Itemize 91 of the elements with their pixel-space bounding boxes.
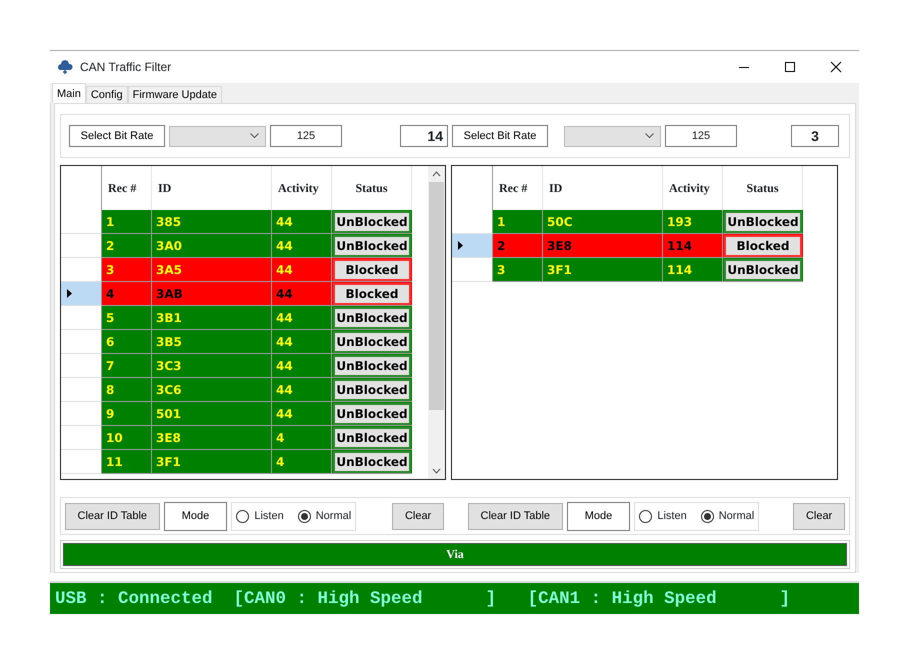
table-cell: 8 (102, 378, 152, 402)
table-cell: 44 (272, 354, 332, 378)
tab[interactable]: Config (86, 86, 128, 103)
status-button[interactable]: UnBlocked (333, 427, 411, 449)
status-button[interactable]: Blocked (333, 259, 411, 281)
status-button[interactable]: UnBlocked (333, 235, 411, 257)
cloud-icon (57, 59, 73, 75)
bit-rate-dropdown[interactable] (169, 126, 266, 146)
table-cell: 2 (102, 234, 152, 258)
radio-option[interactable]: Normal (298, 508, 352, 524)
row-pointer-icon (67, 289, 72, 298)
radio-option[interactable]: Normal (700, 508, 754, 524)
table-cell: 3C3 (152, 354, 272, 378)
status-button[interactable]: UnBlocked (333, 451, 411, 473)
table-cell: 6 (102, 330, 152, 354)
table-cell: 3E8 (152, 426, 272, 450)
table-cell: 193 (663, 210, 723, 234)
status-button[interactable]: UnBlocked (333, 211, 411, 233)
table-cell: 1 (493, 210, 543, 234)
radio-option[interactable]: Listen (236, 508, 284, 524)
table-cell: 11 (102, 450, 152, 474)
table-cell: 3B5 (152, 330, 272, 354)
table-cell: 44 (272, 402, 332, 426)
table-cell: 4 (272, 426, 332, 450)
clear-table-button[interactable]: Clear ID Table (65, 502, 160, 530)
mode-button[interactable]: Mode (164, 502, 228, 530)
row-pointer-icon (458, 241, 463, 250)
table-cell: 10 (102, 426, 152, 450)
table-cell: 3B1 (152, 306, 272, 330)
close-icon (828, 59, 844, 75)
table-cell: 44 (272, 378, 332, 402)
radio-option[interactable]: Listen (639, 508, 687, 524)
status-button[interactable]: Blocked (333, 283, 411, 305)
count-display: 3 (791, 125, 839, 147)
status-button[interactable]: UnBlocked (724, 259, 802, 281)
table-cell: 3A5 (152, 258, 272, 282)
table-cell: 4 (272, 450, 332, 474)
window-title: CAN Traffic Filter (80, 59, 172, 76)
count-display: 14 (400, 125, 448, 147)
clear-button[interactable]: Clear (392, 502, 444, 530)
chevron-icon (250, 133, 259, 139)
table-cell: 3AB (152, 282, 272, 306)
table-cell: 9 (102, 402, 152, 426)
bit-rate-button[interactable]: Select Bit Rate (452, 125, 548, 147)
table-cell: 2 (493, 234, 543, 258)
table-cell: 114 (663, 258, 723, 282)
table-cell: 3 (493, 258, 543, 282)
maximize-icon (782, 59, 798, 75)
scrollbar[interactable] (428, 166, 445, 479)
status-banner: Via (63, 543, 847, 566)
table-cell: 385 (152, 210, 272, 234)
status-button[interactable]: UnBlocked (333, 307, 411, 329)
mode-button[interactable]: Mode (566, 502, 630, 530)
table-cell: 44 (272, 306, 332, 330)
status-button[interactable]: UnBlocked (333, 403, 411, 425)
chevron-icon (645, 133, 654, 139)
table-cell: 44 (272, 258, 332, 282)
table-cell: 3A0 (152, 234, 272, 258)
table-cell: 3C6 (152, 378, 272, 402)
table-cell: 3F1 (543, 258, 663, 282)
table-cell: 5 (102, 306, 152, 330)
table-cell: 44 (272, 210, 332, 234)
tab[interactable]: Firmware Update (128, 86, 222, 103)
status-bar: USB : Connected [CAN0 : High Speed ] [CAN1 : High Speed ] (50, 581, 859, 614)
clear-button[interactable]: Clear (793, 502, 845, 530)
table-cell: 44 (272, 234, 332, 258)
row-selector[interactable] (61, 282, 102, 306)
minimize-icon (739, 66, 749, 68)
table-cell: 44 (272, 282, 332, 306)
table-cell: 50C (543, 210, 663, 234)
rate-field[interactable]: 125 (665, 125, 737, 147)
clear-table-button[interactable]: Clear ID Table (468, 502, 563, 530)
table-cell: 1 (102, 210, 152, 234)
table-cell: 114 (663, 234, 723, 258)
table-cell: 501 (152, 402, 272, 426)
bit-rate-dropdown[interactable] (564, 126, 661, 146)
status-button[interactable]: UnBlocked (333, 331, 411, 353)
rate-field[interactable]: 125 (270, 125, 342, 147)
table-cell: 44 (272, 330, 332, 354)
table-cell: 7 (102, 354, 152, 378)
table-cell: 3 (102, 258, 152, 282)
status-button[interactable]: Blocked (724, 235, 802, 257)
row-selector[interactable] (452, 234, 493, 258)
table-cell: 3F1 (152, 450, 272, 474)
bit-rate-button[interactable]: Select Bit Rate (69, 125, 165, 147)
tab[interactable]: Main (52, 83, 86, 103)
status-button[interactable]: UnBlocked (333, 355, 411, 377)
table-cell: 3E8 (543, 234, 663, 258)
table-cell: 4 (102, 282, 152, 306)
status-button[interactable]: UnBlocked (724, 211, 802, 233)
status-button[interactable]: UnBlocked (333, 379, 411, 401)
